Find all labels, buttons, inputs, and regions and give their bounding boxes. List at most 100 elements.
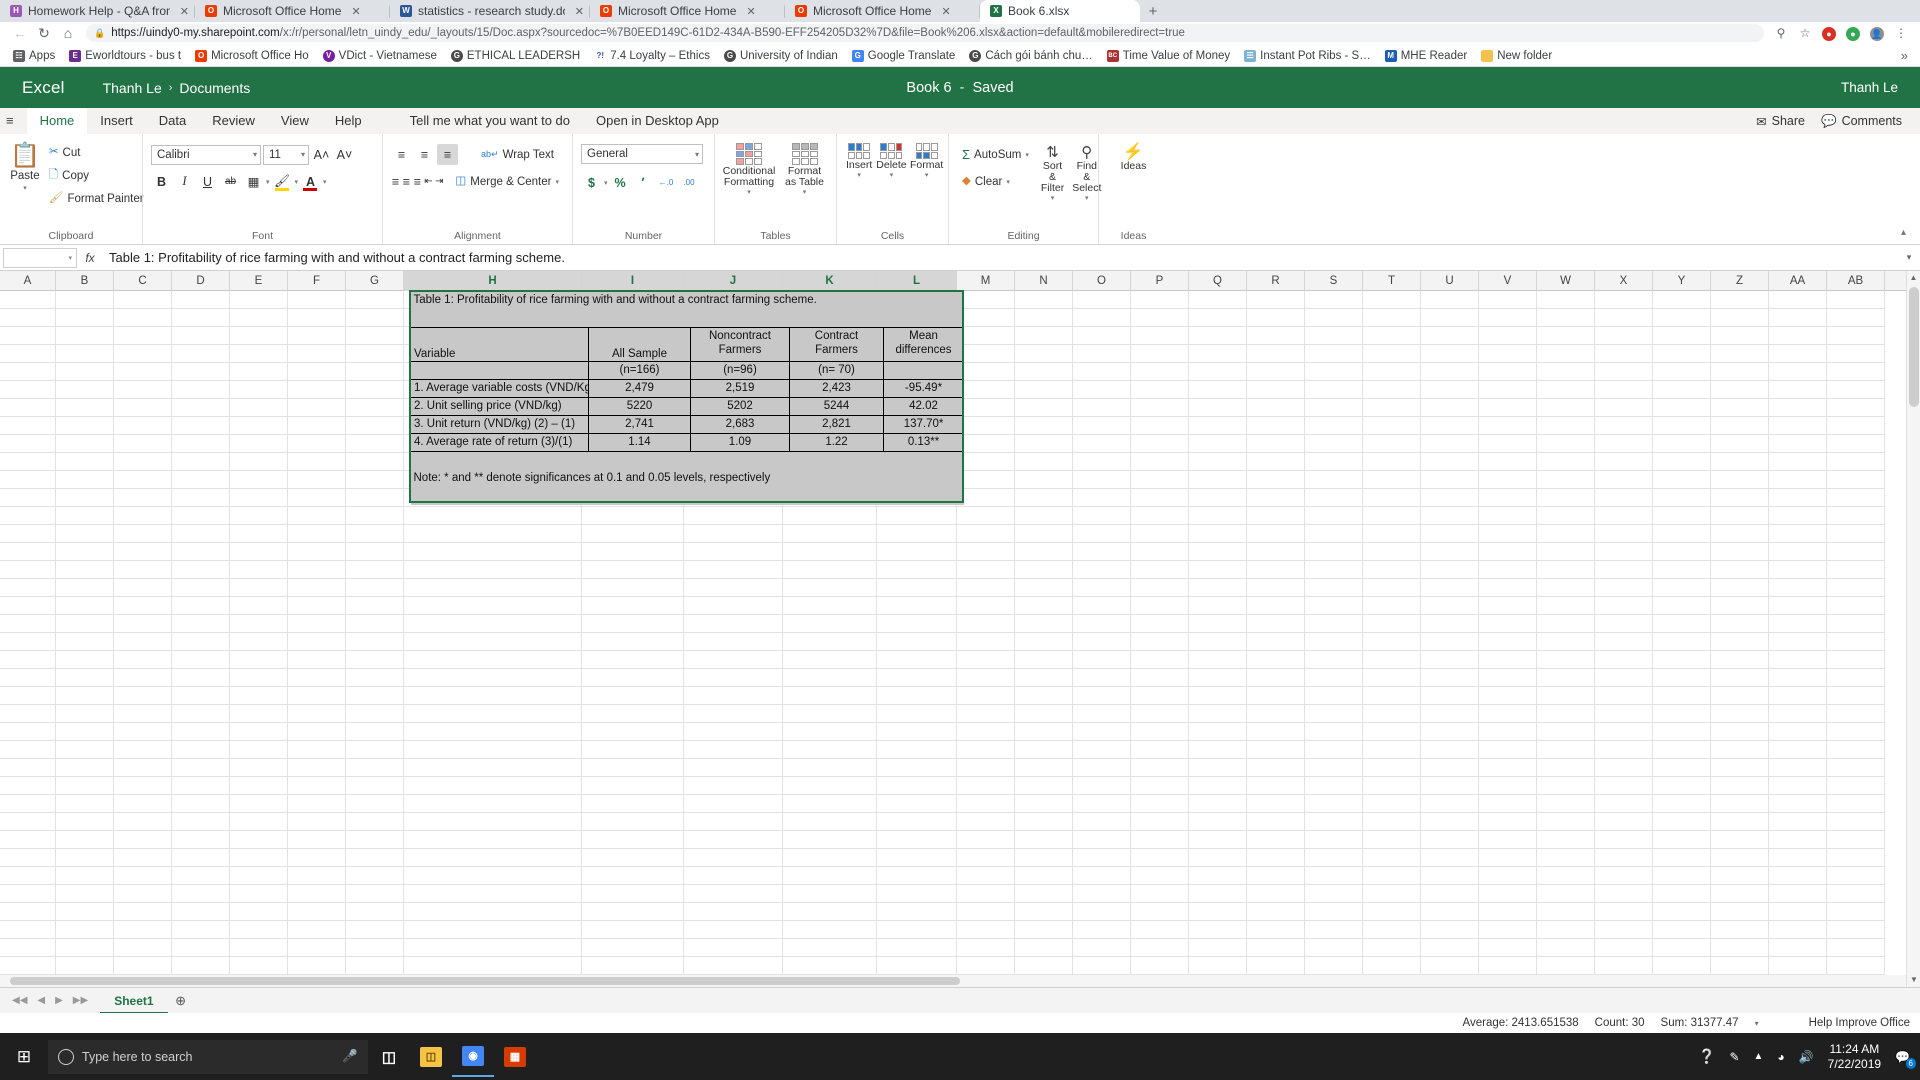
chevron-down-icon[interactable]: ▾ bbox=[266, 178, 270, 186]
grid-cell[interactable] bbox=[1073, 687, 1131, 705]
grid-cell[interactable] bbox=[0, 921, 56, 939]
home-icon[interactable]: ⌂ bbox=[56, 23, 80, 43]
grid-cell[interactable] bbox=[288, 543, 346, 561]
grid-cell[interactable] bbox=[877, 831, 957, 849]
grid-cell[interactable] bbox=[1421, 399, 1479, 417]
grid-cell[interactable] bbox=[957, 543, 1015, 561]
grid-cell[interactable] bbox=[1247, 525, 1305, 543]
grid-cell[interactable] bbox=[0, 939, 56, 957]
grid-cell[interactable] bbox=[1421, 435, 1479, 453]
grid-cell[interactable] bbox=[1537, 327, 1595, 345]
grid-cell[interactable] bbox=[346, 903, 404, 921]
grid-cell[interactable] bbox=[1769, 525, 1827, 543]
bookmark-apps[interactable]: ☷ Apps bbox=[6, 46, 62, 66]
grid-cell[interactable] bbox=[1711, 885, 1769, 903]
grid-cell[interactable] bbox=[877, 705, 957, 723]
grid-cell[interactable] bbox=[877, 795, 957, 813]
grid-cell[interactable] bbox=[1305, 669, 1363, 687]
grid-cell[interactable] bbox=[1363, 795, 1421, 813]
grid-cell[interactable] bbox=[56, 345, 114, 363]
grid-cell[interactable] bbox=[582, 579, 684, 597]
grid-cell[interactable] bbox=[230, 381, 288, 399]
grid-cell[interactable] bbox=[1073, 651, 1131, 669]
grid-cell[interactable] bbox=[1363, 309, 1421, 327]
grid-cell[interactable] bbox=[1363, 831, 1421, 849]
cut-button[interactable]: ✂ Cut bbox=[44, 142, 149, 163]
grid-cell[interactable] bbox=[230, 795, 288, 813]
grid-cell[interactable] bbox=[1537, 507, 1595, 525]
grid-cell[interactable] bbox=[582, 885, 684, 903]
grid-cell[interactable] bbox=[1073, 363, 1131, 381]
grid-cell[interactable] bbox=[1827, 309, 1885, 327]
grid-cell[interactable] bbox=[1305, 939, 1363, 957]
grid-cell[interactable] bbox=[288, 507, 346, 525]
grid-cell[interactable] bbox=[1653, 615, 1711, 633]
grid-cell[interactable] bbox=[1479, 759, 1537, 777]
grid-cell[interactable] bbox=[1479, 705, 1537, 723]
grid-cell[interactable] bbox=[404, 885, 582, 903]
grid-cell[interactable] bbox=[877, 525, 957, 543]
grid-cell[interactable] bbox=[957, 921, 1015, 939]
grid-cell[interactable] bbox=[1131, 651, 1189, 669]
grid-cell[interactable] bbox=[1247, 831, 1305, 849]
grid-cell[interactable] bbox=[172, 363, 230, 381]
grid-cell[interactable] bbox=[230, 507, 288, 525]
grid-cell[interactable] bbox=[684, 741, 783, 759]
grid-cell[interactable] bbox=[1595, 453, 1653, 471]
grid-cell[interactable] bbox=[56, 651, 114, 669]
number-format-select[interactable]: General ▾ bbox=[581, 144, 703, 164]
close-icon[interactable]: ✕ bbox=[351, 5, 360, 18]
grid-cell[interactable] bbox=[957, 723, 1015, 741]
decrease-indent-button[interactable]: ⇤ bbox=[424, 171, 433, 192]
grid-cell[interactable] bbox=[1479, 291, 1537, 309]
grid-cell[interactable] bbox=[230, 723, 288, 741]
grid-cell[interactable] bbox=[1711, 507, 1769, 525]
grid-cell[interactable] bbox=[783, 777, 877, 795]
grid-cell[interactable] bbox=[1537, 561, 1595, 579]
grid-cell[interactable] bbox=[1015, 453, 1073, 471]
grid-cell[interactable] bbox=[877, 669, 957, 687]
grid-cell[interactable] bbox=[1653, 741, 1711, 759]
grid-cell[interactable] bbox=[230, 813, 288, 831]
tab-insert[interactable]: Insert bbox=[87, 108, 146, 134]
grid-cell[interactable] bbox=[1363, 813, 1421, 831]
grid-cell[interactable] bbox=[877, 561, 957, 579]
grid-cell[interactable] bbox=[114, 543, 172, 561]
grid-cell[interactable] bbox=[288, 849, 346, 867]
grid-cell[interactable] bbox=[288, 777, 346, 795]
format-painter-button[interactable]: 🖌 Format Painter bbox=[44, 188, 149, 209]
grid-cell[interactable] bbox=[1537, 543, 1595, 561]
grid-cell[interactable] bbox=[1479, 507, 1537, 525]
grid-cell[interactable] bbox=[346, 561, 404, 579]
grid-cell[interactable] bbox=[172, 597, 230, 615]
grid-cell[interactable] bbox=[346, 291, 404, 309]
grid-cell[interactable] bbox=[346, 597, 404, 615]
grid-cell[interactable] bbox=[1595, 867, 1653, 885]
grid-cell[interactable] bbox=[957, 687, 1015, 705]
grid-cell[interactable] bbox=[1769, 813, 1827, 831]
column-header-o[interactable]: O bbox=[1073, 271, 1131, 291]
grid-cell[interactable] bbox=[230, 453, 288, 471]
grid-cell[interactable] bbox=[1131, 921, 1189, 939]
grid-cell[interactable] bbox=[1189, 345, 1247, 363]
browser-tab[interactable]: O Microsoft Office Home ✕ bbox=[195, 0, 390, 22]
grid-cell[interactable] bbox=[1653, 813, 1711, 831]
grid-cell[interactable] bbox=[1711, 867, 1769, 885]
grid-cell[interactable] bbox=[1595, 363, 1653, 381]
grid-cell[interactable] bbox=[1131, 939, 1189, 957]
grid-cell[interactable] bbox=[1595, 525, 1653, 543]
grid-cell[interactable] bbox=[1015, 651, 1073, 669]
grid-cell[interactable] bbox=[1827, 489, 1885, 507]
grid-cell[interactable] bbox=[783, 597, 877, 615]
font-color-icon[interactable]: A bbox=[300, 171, 321, 192]
grid-cell[interactable] bbox=[1363, 903, 1421, 921]
grid-cell[interactable] bbox=[1189, 849, 1247, 867]
grid-cell[interactable] bbox=[1015, 669, 1073, 687]
grid-cell[interactable] bbox=[0, 399, 56, 417]
grid-cell[interactable] bbox=[1073, 669, 1131, 687]
grid-cell[interactable] bbox=[56, 453, 114, 471]
grid-cell[interactable] bbox=[1537, 741, 1595, 759]
grid-cell[interactable] bbox=[1247, 723, 1305, 741]
grid-cell[interactable] bbox=[1479, 813, 1537, 831]
grid-cell[interactable] bbox=[288, 903, 346, 921]
